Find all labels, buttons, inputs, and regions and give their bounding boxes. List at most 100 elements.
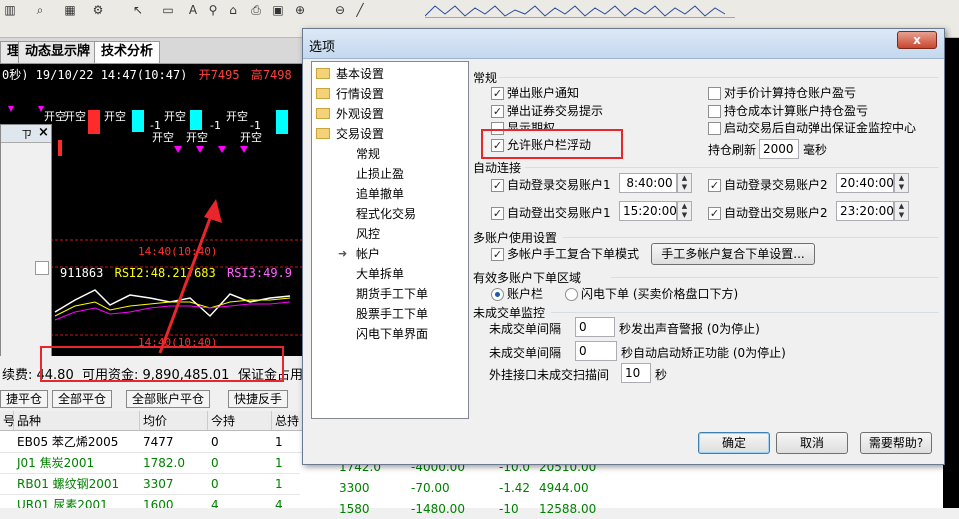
multi-account-mode-checkbox[interactable]: ✓ bbox=[491, 248, 504, 261]
auto-connect-label: 自动登出交易账户1 bbox=[507, 206, 611, 220]
order-area-flash-radio[interactable] bbox=[565, 288, 578, 301]
font-icon[interactable]: A bbox=[185, 2, 201, 18]
col-header-today[interactable]: 今持 bbox=[208, 411, 272, 431]
tree-item[interactable]: 外观设置 bbox=[316, 104, 384, 124]
print-icon[interactable]: ⎙ bbox=[248, 2, 264, 18]
tree-item[interactable]: 追单撤单 bbox=[356, 184, 404, 204]
auto-connect-time-input[interactable]: 23:20:00 bbox=[836, 201, 894, 221]
tree-item[interactable]: 股票手工下单 bbox=[356, 304, 428, 324]
tree-item-label: 期货手工下单 bbox=[356, 287, 429, 301]
refresh-interval-input[interactable]: 2000 bbox=[759, 139, 799, 159]
home-icon[interactable]: ⌂ bbox=[225, 2, 241, 18]
close-all-accounts-button[interactable]: 全部账户平仓 bbox=[126, 390, 211, 408]
tree-item-label: 股票手工下单 bbox=[356, 307, 429, 321]
time-spinner[interactable]: ▲ ▼ bbox=[677, 201, 692, 221]
zoom-out-icon[interactable]: ⊖ bbox=[332, 2, 348, 18]
dialog-title: 选项 bbox=[309, 40, 336, 55]
right-quote-strip bbox=[943, 38, 959, 508]
col-header-symbol[interactable]: 品种 bbox=[14, 411, 140, 431]
line-tool-icon[interactable]: ╱ bbox=[352, 2, 368, 18]
unfilled-correct-input[interactable]: 0 bbox=[575, 341, 617, 361]
stock-trade-tip-checkbox[interactable]: ✓ bbox=[491, 105, 504, 118]
help-button[interactable]: 需要帮助? bbox=[860, 432, 932, 454]
signal-label: 开空 bbox=[104, 110, 126, 123]
save-icon[interactable]: ▣ bbox=[270, 2, 286, 18]
scrollbar-thumb[interactable] bbox=[35, 261, 49, 275]
notify-account-checkbox[interactable]: ✓ bbox=[491, 87, 504, 100]
positions-table: 号 品种 均价 今持 总持 EB05 苯乙烯2005 7477 0 1 J01 焦炭20… bbox=[0, 411, 310, 508]
tree-item[interactable]: ➜ 帐户 bbox=[338, 244, 381, 264]
search-icon[interactable]: ⌕ bbox=[32, 2, 48, 18]
bar-chart-icon[interactable]: ▥ bbox=[2, 2, 18, 18]
row-today: 4 bbox=[211, 498, 219, 508]
dialog-close-button[interactable]: x bbox=[897, 31, 937, 49]
tree-item[interactable]: 止损止盈 bbox=[356, 164, 404, 184]
tree-item[interactable]: 闪电下单界面 bbox=[356, 324, 428, 344]
tab-technical-analysis[interactable]: 技术分析 bbox=[94, 41, 161, 63]
floating-panel-titlebar[interactable]: ㄗ × bbox=[1, 125, 51, 143]
table-row[interactable]: UR01 尿素2001 1600 4 4 bbox=[0, 495, 310, 508]
ok-button[interactable]: 确定 bbox=[698, 432, 770, 454]
external-scan-input[interactable]: 10 bbox=[621, 363, 651, 383]
auto-connect-time-input[interactable]: 8:40:00 bbox=[619, 173, 677, 193]
new-document-icon[interactable]: ▭ bbox=[160, 2, 176, 18]
margin-monitor-label: 启动交易后自动弹出保证金监控中心 bbox=[724, 121, 917, 135]
tree-item[interactable]: 交易设置 bbox=[316, 124, 384, 144]
quick-reverse-button[interactable]: 快捷反手 bbox=[228, 390, 289, 408]
settings-icon[interactable]: ⚙ bbox=[90, 2, 106, 18]
floating-panel[interactable]: ㄗ × bbox=[0, 124, 52, 356]
auto-connect-time-input[interactable]: 20:40:00 bbox=[836, 173, 894, 193]
table-row[interactable]: RB01 螺纹钢2001 3307 0 1 bbox=[0, 474, 310, 495]
auto-connect-checkbox[interactable]: ✓ bbox=[491, 207, 504, 220]
drawing-tools-icons[interactable] bbox=[424, 4, 735, 18]
order-area-account-radio[interactable] bbox=[491, 288, 504, 301]
binoculars-icon[interactable]: ⚲ bbox=[205, 2, 221, 18]
cost-pnl-checkbox[interactable] bbox=[708, 105, 721, 118]
unfilled-alarm-suffix: 秒发出声音警报 (0为停止) bbox=[619, 322, 760, 336]
tree-item[interactable]: 大单拆单 bbox=[356, 264, 404, 284]
close-icon[interactable]: × bbox=[38, 125, 49, 140]
dialog-titlebar[interactable]: 选项 x bbox=[303, 29, 944, 59]
grid-icon[interactable]: ▦ bbox=[62, 2, 78, 18]
background-cell: 1580 bbox=[339, 502, 370, 516]
tree-item[interactable]: 期货手工下单 bbox=[356, 284, 428, 304]
table-row[interactable]: EB05 苯乙烯2005 7477 0 1 bbox=[0, 432, 310, 453]
tree-item[interactable]: 程式化交易 bbox=[356, 204, 416, 224]
external-scan-prefix: 外挂接口未成交扫描间 bbox=[489, 368, 610, 382]
tree-item[interactable]: 常规 bbox=[356, 144, 380, 164]
time-spinner[interactable]: ▲ ▼ bbox=[894, 173, 909, 193]
multi-account-settings-button[interactable]: 手工多帐户复合下单设置... bbox=[651, 243, 815, 265]
cursor-icon[interactable]: ↖ bbox=[130, 2, 146, 18]
auto-connect-checkbox[interactable]: ✓ bbox=[708, 179, 721, 192]
unfilled-correct-prefix: 未成交单间隔 bbox=[489, 346, 562, 360]
auto-connect-checkbox[interactable]: ✓ bbox=[708, 207, 721, 220]
row-avg-price: 7477 bbox=[143, 435, 174, 449]
close-all-button[interactable]: 全部平仓 bbox=[52, 390, 113, 408]
quick-close-button[interactable]: 捷平仓 bbox=[0, 390, 49, 408]
tree-item-label: 风控 bbox=[356, 227, 381, 241]
time-spinner[interactable]: ▲ ▼ bbox=[677, 173, 692, 193]
auto-connect-checkbox[interactable]: ✓ bbox=[491, 179, 504, 192]
notify-account-label: 弹出账户通知 bbox=[507, 86, 580, 100]
tree-item[interactable]: 风控 bbox=[356, 224, 380, 244]
folder-icon bbox=[316, 108, 330, 119]
signal-label: 开空 bbox=[64, 110, 86, 123]
tab-dynamic-board[interactable]: 动态显示牌 bbox=[18, 41, 98, 63]
pin-icon[interactable]: ㄗ bbox=[21, 126, 32, 142]
unfilled-alarm-input[interactable]: 0 bbox=[575, 317, 615, 337]
zoom-in-icon[interactable]: ⊕ bbox=[292, 2, 308, 18]
signal-label: 开空 bbox=[186, 131, 208, 144]
counter-price-pnl-checkbox[interactable] bbox=[708, 87, 721, 100]
minus-label: -1 bbox=[150, 119, 161, 132]
col-header-id[interactable]: 号 bbox=[0, 411, 15, 431]
tree-item[interactable]: 基本设置 bbox=[316, 64, 384, 84]
tree-item-label: 帐户 bbox=[356, 247, 381, 261]
cancel-button[interactable]: 取消 bbox=[776, 432, 848, 454]
col-header-avg-price[interactable]: 均价 bbox=[140, 411, 208, 431]
margin-monitor-checkbox[interactable] bbox=[708, 122, 721, 135]
row-symbol: UR01 尿素2001 bbox=[17, 498, 108, 508]
time-spinner[interactable]: ▲ ▼ bbox=[894, 201, 909, 221]
tree-item[interactable]: 行情设置 bbox=[316, 84, 384, 104]
auto-connect-time-input[interactable]: 15:20:00 bbox=[619, 201, 677, 221]
table-row[interactable]: J01 焦炭2001 1782.0 0 1 bbox=[0, 453, 310, 474]
